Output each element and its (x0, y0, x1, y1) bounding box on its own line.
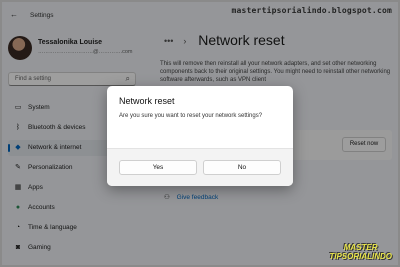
site-logo: MASTER TIPSORIALINDO (329, 243, 392, 261)
yes-button[interactable]: Yes (119, 160, 197, 175)
no-button[interactable]: No (203, 160, 281, 175)
dialog-title: Network reset (119, 96, 175, 106)
dialog-message: Are you sure you want to reset your netw… (119, 113, 263, 119)
dialog-footer: Yes No (107, 148, 293, 186)
confirm-dialog: Network reset Are you sure you want to r… (107, 86, 293, 186)
logo-line1: MASTER (343, 243, 378, 252)
logo-line2: TIPSORIALINDO (329, 252, 392, 261)
